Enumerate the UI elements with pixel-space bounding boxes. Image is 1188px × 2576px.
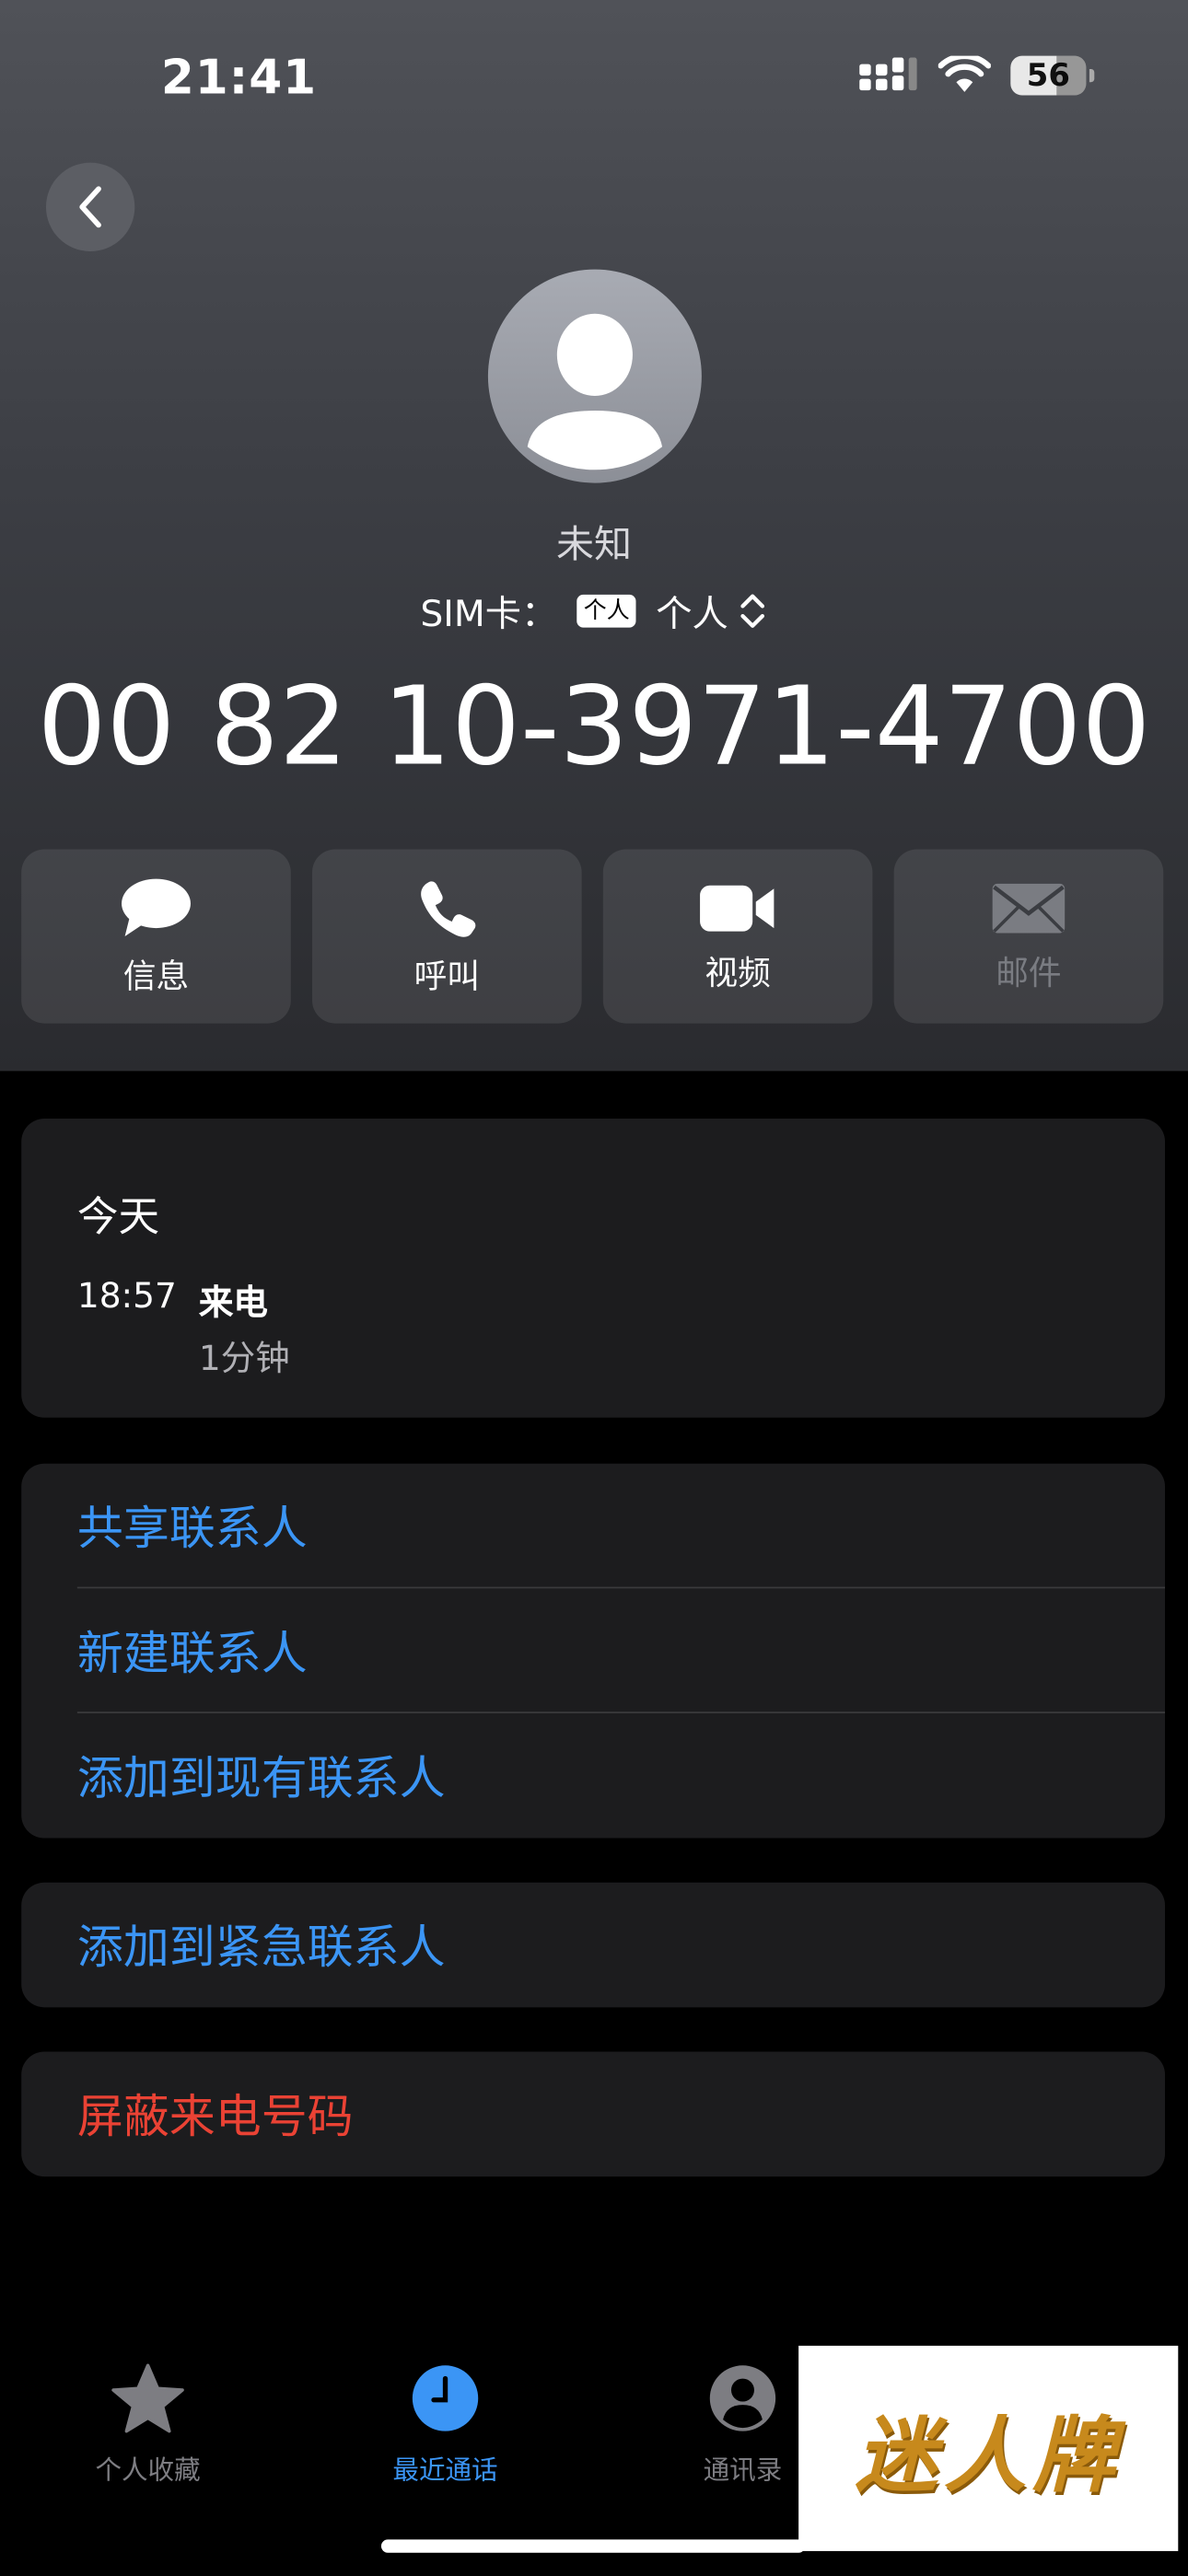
tab-contacts-label: 通讯录 <box>703 2454 783 2486</box>
history-time: 18:57 <box>76 1276 177 1317</box>
phone-number: 00 82 10-3971-4700 <box>37 663 1151 791</box>
new-contact-button[interactable]: 新建联系人 <box>21 1588 1166 1713</box>
wifi-icon <box>938 55 991 92</box>
mail-button: 邮件 <box>893 849 1164 1024</box>
block-caller-button[interactable]: 屏蔽来电号码 <box>21 2052 1165 2177</box>
call-button[interactable]: 呼叫 <box>312 849 582 1024</box>
message-icon <box>122 877 191 936</box>
home-indicator[interactable] <box>380 2539 806 2553</box>
add-emergency-button[interactable]: 添加到紧急联系人 <box>21 1883 1165 2008</box>
mail-icon <box>992 883 1066 933</box>
history-day: 今天 <box>76 1192 160 1241</box>
video-label: 视频 <box>705 951 771 992</box>
battery-indicator: 56 <box>1010 55 1095 96</box>
sim-chip: 个人 <box>577 594 636 628</box>
message-button[interactable]: 信息 <box>21 849 291 1024</box>
share-contact-button[interactable]: 共享联系人 <box>21 1464 1166 1589</box>
history-duration: 1分钟 <box>198 1339 290 1378</box>
message-label: 信息 <box>122 955 190 995</box>
cellular-signal-icon <box>859 57 917 91</box>
block-card: 屏蔽来电号码 <box>21 2051 1166 2177</box>
avatar <box>487 269 702 483</box>
sim-selector[interactable]: SIM卡： 个人 个人 <box>0 585 1188 637</box>
sim-label: SIM卡： <box>420 594 558 636</box>
watermark-text: 迷人牌 <box>855 2407 1122 2503</box>
phone-icon <box>421 880 476 936</box>
status-time: 21:41 <box>160 49 318 106</box>
quick-actions: 信息 呼叫 视频 邮件 <box>21 849 1164 1024</box>
status-icons: 56 <box>859 55 1095 96</box>
contacts-icon <box>709 2365 776 2431</box>
call-label: 呼叫 <box>413 955 480 995</box>
tab-recents[interactable]: 最近通话 <box>346 2362 543 2488</box>
sim-value: 个人 <box>656 594 728 636</box>
clock-icon <box>412 2365 479 2431</box>
contact-name: 未知 <box>555 524 633 567</box>
tab-favorites-label: 个人收藏 <box>95 2454 201 2486</box>
video-icon <box>700 884 775 931</box>
call-history-card: 今天 18:57 来电 1分钟 <box>21 1119 1166 1418</box>
chevron-up-down-icon <box>740 594 765 628</box>
history-type: 来电 <box>198 1282 268 1323</box>
star-icon <box>111 2363 184 2433</box>
phone-screen: 21:41 56 未知 SIM卡： 个人 个人 00 82 10-3971-47… <box>0 0 1188 2576</box>
tab-recents-label: 最近通话 <box>392 2454 498 2486</box>
contact-options-card: 共享联系人 新建联系人 添加到现有联系人 <box>21 1463 1166 1839</box>
contact-header: 21:41 56 未知 SIM卡： 个人 个人 00 82 10-3971-47… <box>0 0 1188 1072</box>
person-silhouette-icon <box>527 313 663 470</box>
video-button[interactable]: 视频 <box>602 849 873 1024</box>
chevron-left-icon <box>79 186 101 228</box>
tab-favorites[interactable]: 个人收藏 <box>50 2362 247 2488</box>
mail-label: 邮件 <box>996 951 1062 992</box>
watermark-logo: 迷人牌 <box>798 2345 1179 2551</box>
add-to-existing-button[interactable]: 添加到现有联系人 <box>21 1713 1165 1839</box>
emergency-card: 添加到紧急联系人 <box>21 1882 1166 2008</box>
back-button[interactable] <box>45 162 135 251</box>
